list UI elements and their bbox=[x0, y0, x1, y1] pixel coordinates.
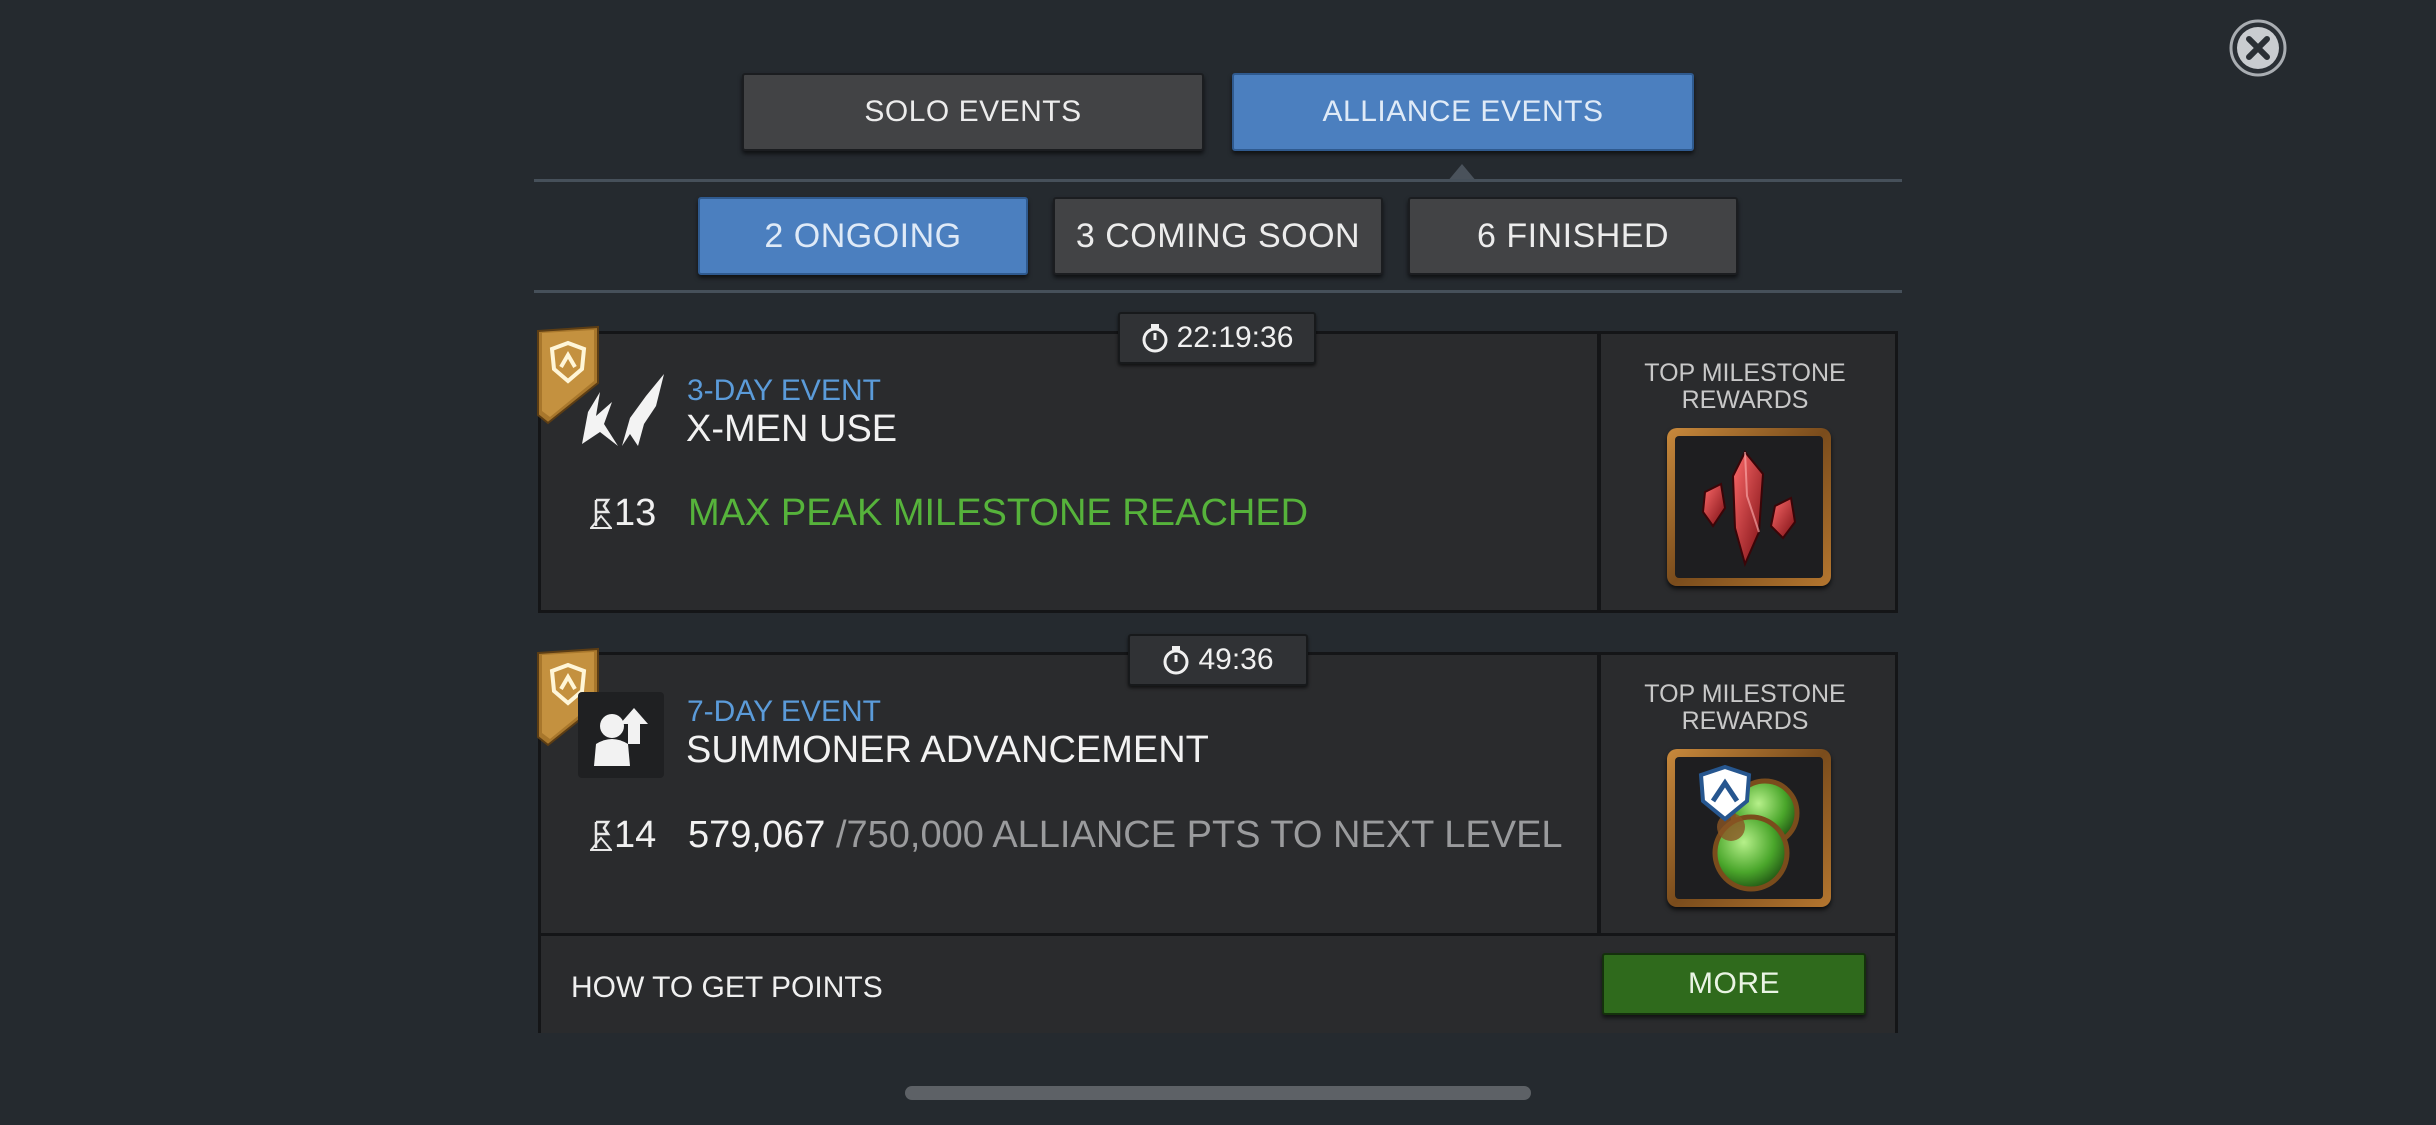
points-progress: 579,067 /750,000 ALLIANCE PTS TO NEXT LE… bbox=[688, 814, 1563, 857]
event-title-1: X-MEN USE bbox=[686, 408, 898, 450]
milestone-level-2: 14 bbox=[590, 814, 656, 857]
event-timer-1: 22:19:36 bbox=[1118, 312, 1316, 364]
xmen-claws-icon bbox=[582, 374, 664, 446]
rewards-label-2: TOP MILESTONE REWARDS bbox=[1644, 680, 1846, 735]
home-indicator[interactable] bbox=[905, 1086, 1531, 1100]
more-button[interactable]: MORE bbox=[1602, 953, 1866, 1015]
points-target: /750,000 ALLIANCE PTS TO NEXT LEVEL bbox=[835, 814, 1563, 856]
tab-solo-events[interactable]: SOLO EVENTS bbox=[742, 73, 1204, 151]
tab-ongoing[interactable]: 2 ONGOING bbox=[698, 197, 1028, 275]
milestone-level-number: 13 bbox=[614, 492, 657, 534]
reward-frame-2[interactable] bbox=[1667, 749, 1831, 907]
milestone-level-1: 13 bbox=[590, 492, 656, 535]
tab-finished[interactable]: 6 FINISHED bbox=[1408, 197, 1738, 275]
milestone-flag-icon bbox=[590, 820, 612, 851]
close-icon bbox=[2229, 19, 2287, 77]
reward-frame-1[interactable] bbox=[1667, 428, 1831, 586]
points-current: 579,067 bbox=[688, 814, 826, 856]
how-to-get-points-label: HOW TO GET POINTS bbox=[571, 971, 883, 1004]
milestone-level-number: 14 bbox=[614, 814, 657, 856]
timer-text: 22:19:36 bbox=[1176, 321, 1294, 354]
event-title-2: SUMMONER ADVANCEMENT bbox=[686, 729, 1209, 771]
milestone-status: MAX PEAK MILESTONE REACHED bbox=[688, 492, 1309, 534]
tab-coming-soon[interactable]: 3 COMING SOON bbox=[1053, 197, 1383, 275]
divider-bottom bbox=[534, 290, 1902, 293]
divider-top bbox=[534, 179, 1902, 182]
alliance-green-orbs-icon bbox=[1698, 764, 1800, 892]
summoner-level-up-icon bbox=[578, 692, 664, 778]
event-type-2: 7-DAY EVENT bbox=[687, 695, 881, 728]
stopwatch-icon bbox=[1142, 324, 1168, 353]
stopwatch-icon bbox=[1163, 646, 1189, 675]
tab-alliance-events[interactable]: ALLIANCE EVENTS bbox=[1232, 73, 1694, 151]
timer-text: 49:36 bbox=[1198, 643, 1274, 676]
event-type-1: 3-DAY EVENT bbox=[687, 374, 881, 407]
event-timer-2: 49:36 bbox=[1128, 634, 1308, 686]
close-button[interactable] bbox=[2228, 18, 2288, 78]
milestone-flag-icon bbox=[590, 498, 612, 529]
rewards-label-1: TOP MILESTONE REWARDS bbox=[1644, 359, 1846, 414]
red-crystal-shards-icon bbox=[1701, 450, 1797, 567]
